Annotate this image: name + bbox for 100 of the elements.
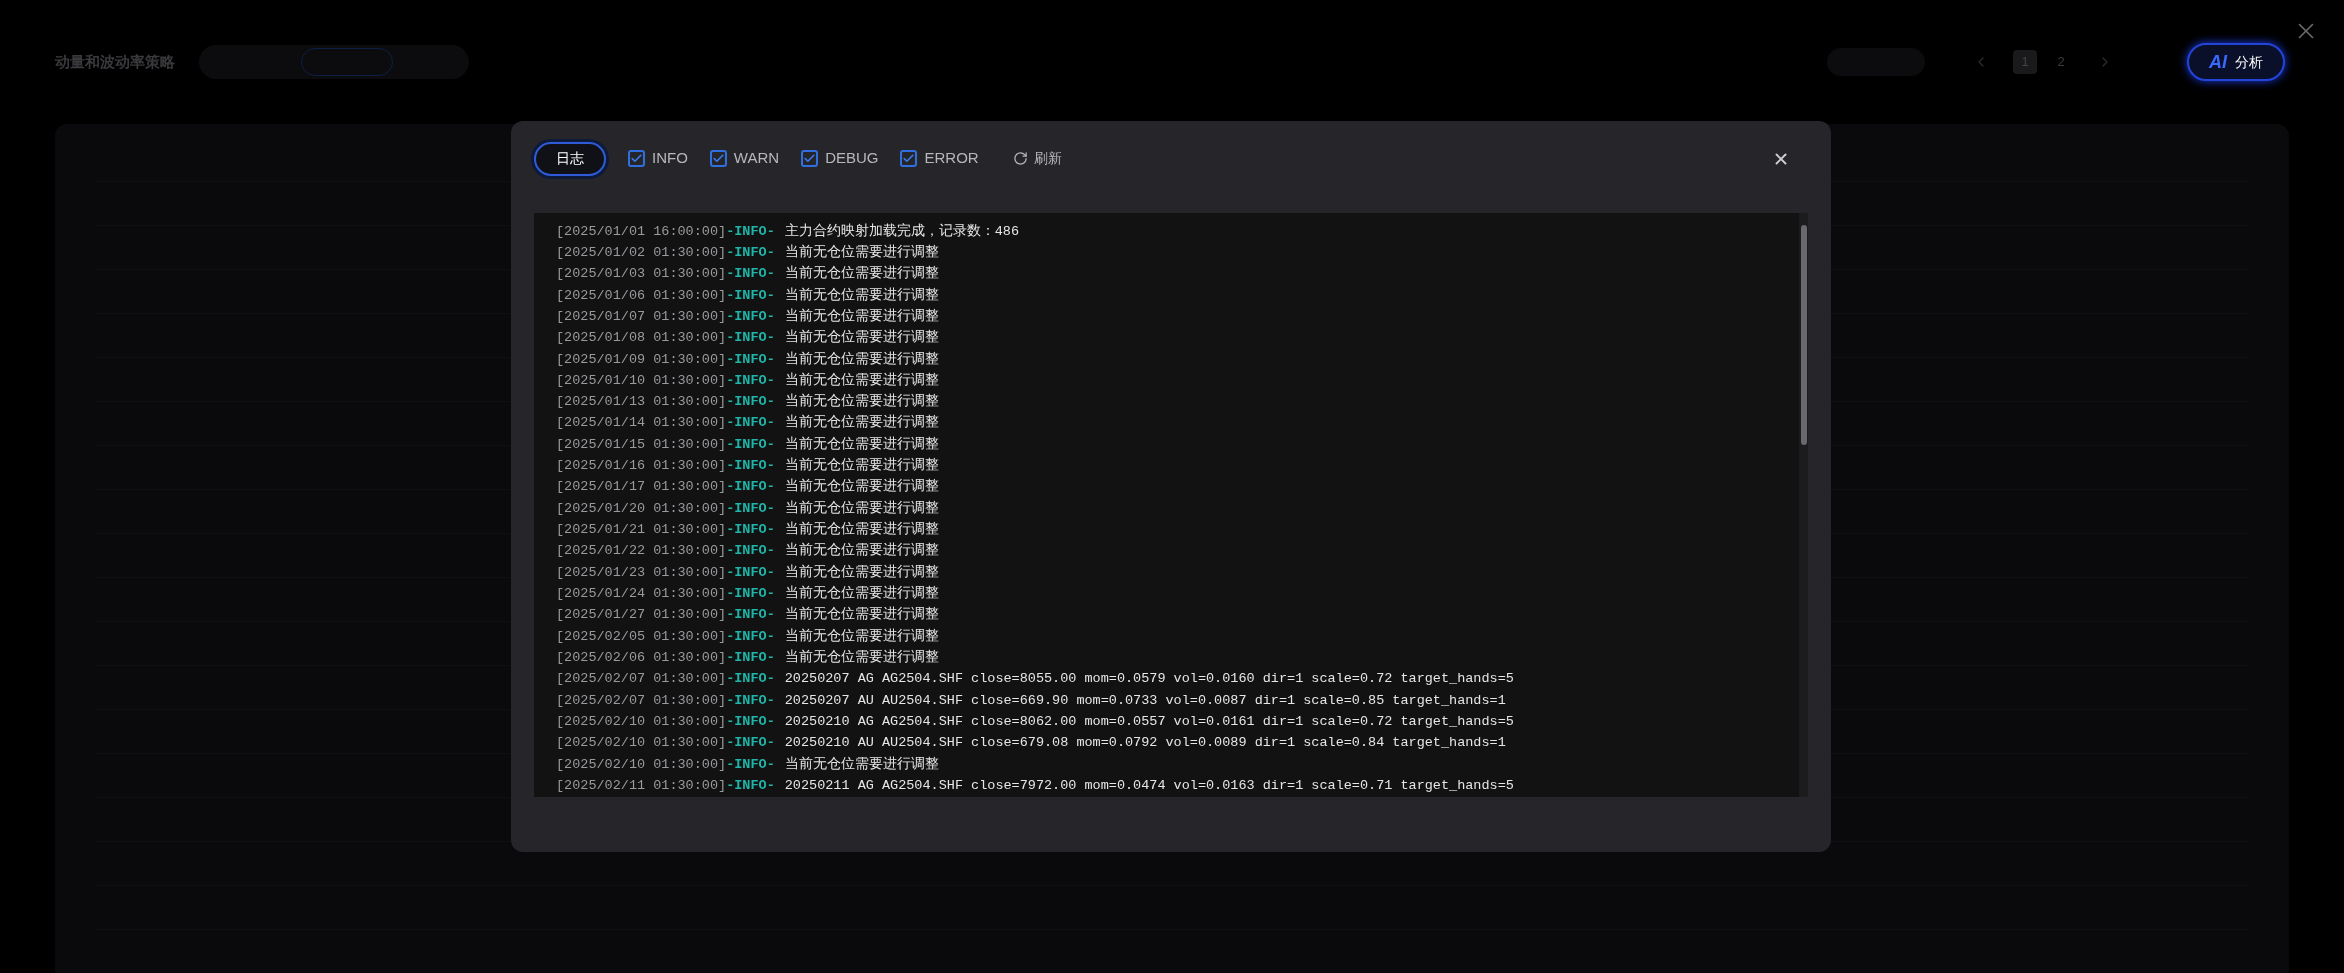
log-level: -INFO- (726, 307, 775, 326)
log-timestamp: [2025/01/09 01:30:00] (556, 350, 727, 369)
checkmark-icon (902, 152, 916, 165)
log-message: 当前无仓位需要进行调整 (784, 755, 939, 774)
ai-logo: AI (2209, 50, 2227, 74)
log-message: 当前无仓位需要进行调整 (784, 627, 939, 646)
log-level: -INFO- (726, 563, 775, 582)
log-level: -INFO- (726, 521, 775, 540)
log-timestamp: [2025/01/27 01:30:00] (556, 606, 727, 625)
log-level: -INFO- (726, 585, 775, 604)
log-level: -INFO- (726, 435, 775, 454)
log-message: 当前无仓位需要进行调整 (784, 541, 939, 561)
log-timestamp: [2025/01/08 01:30:00] (556, 329, 727, 348)
log-message: 20250210 AG AG2504.SHF close=8062.00 mom=0.0557 vol=0.0161 dir=1 scale=0.72 target_hands=5 (784, 713, 1514, 732)
log-timestamp: [2025/02/10 01:30:00] (556, 755, 727, 774)
scrollbar[interactable] (1799, 213, 1808, 797)
filter-label: ERROR (924, 148, 979, 169)
log-message: 当前无仓位需要进行调整 (784, 413, 939, 433)
log-message: 当前无仓位需要进行调整 (784, 499, 939, 518)
log-timestamp: [2025/02/07 01:30:00] (556, 691, 727, 710)
log-timestamp: [2025/02/07 01:30:00] (556, 670, 727, 689)
log-timestamp: [2025/01/16 01:30:00] (556, 457, 727, 476)
log-timestamp: [2025/01/13 01:30:00] (556, 393, 727, 412)
filter-checkbox[interactable] (628, 150, 645, 167)
log-message: 当前无仓位需要进行调整 (784, 392, 939, 412)
filter-checkbox[interactable] (709, 150, 727, 167)
refresh-icon (1012, 151, 1028, 166)
log-message: 当前无仓位需要进行调整 (784, 328, 939, 348)
refresh-button[interactable]: 刷新 (1012, 148, 1062, 169)
log-level: -INFO- (726, 713, 775, 732)
log-message: 当前无仓位需要进行调整 (784, 350, 939, 369)
log-timestamp: [2025/02/10 01:30:00] (556, 713, 727, 732)
log-timestamp: [2025/02/11 01:30:00] (556, 777, 727, 796)
log-message: 当前无仓位需要进行调整 (784, 307, 939, 326)
log-level: -INFO- (726, 649, 775, 668)
log-message: 当前无仓位需要进行调整 (784, 371, 939, 390)
log-timestamp: [2025/01/17 01:30:00] (556, 478, 727, 497)
filter-label: WARN (733, 148, 780, 169)
checkmark-icon (711, 152, 725, 165)
log-message: 当前无仓位需要进行调整 (784, 435, 939, 454)
log-message: 当前无仓位需要进行调整 (784, 520, 939, 540)
log-timestamp: [2025/01/22 01:30:00] (556, 542, 727, 561)
log-message: 20250207 AU AU2504.SHF close=669.90 mom=0.0733 vol=0.0087 dir=1 scale=0.85 target_hands=1 (784, 691, 1506, 710)
log-level: -INFO- (726, 542, 775, 561)
log-timestamp: [2025/01/24 01:30:00] (556, 585, 727, 604)
page-title: 动量和波动率策略 (55, 51, 175, 72)
log-level: -INFO- (726, 286, 775, 305)
log-level: -INFO- (726, 350, 775, 369)
checkmark-icon (630, 152, 643, 165)
log-timestamp: [2025/01/14 01:30:00] (556, 414, 727, 433)
log-level: -INFO- (726, 243, 775, 262)
log-message: 当前无仓位需要进行调整 (784, 243, 939, 262)
log-level: -INFO- (726, 499, 775, 518)
log-timestamp: [2025/01/21 01:30:00] (556, 521, 727, 540)
log-message: 当前无仓位需要进行调整 (784, 456, 939, 476)
ai-analysis-button[interactable]: AI 分析 (2187, 43, 2285, 81)
log-timestamp: [2025/02/05 01:30:00] (556, 627, 727, 646)
filter-label: INFO (652, 148, 688, 169)
log-message: 20250207 AG AG2504.SHF close=8055.00 mom=0.0579 vol=0.0160 dir=1 scale=0.72 target_hands=5 (784, 670, 1514, 689)
log-timestamp: [2025/02/10 01:30:00] (556, 734, 727, 753)
log-level: -INFO- (726, 414, 775, 433)
log-timestamp: [2025/01/01 16:00:00] (556, 222, 727, 241)
log-level: -INFO- (726, 329, 775, 348)
log-timestamp: [2025/01/06 01:30:00] (556, 286, 727, 305)
log-timestamp: [2025/01/07 01:30:00] (556, 307, 727, 326)
log-level: -INFO- (726, 222, 775, 241)
log-timestamp: [2025/01/03 01:30:00] (556, 265, 727, 284)
log-message: 当前无仓位需要进行调整 (784, 477, 939, 497)
log-message: 当前无仓位需要进行调整 (784, 264, 939, 284)
log-level: -INFO- (726, 393, 775, 412)
log-level: -INFO- (726, 457, 775, 476)
log-level: -INFO- (726, 478, 775, 497)
log-message: 当前无仓位需要进行调整 (784, 286, 939, 305)
log-timestamp: [2025/02/06 01:30:00] (556, 649, 727, 668)
log-level: -INFO- (726, 265, 775, 284)
filter-checkbox[interactable] (801, 150, 819, 167)
log-level: -INFO- (726, 627, 775, 646)
log-level: -INFO- (726, 755, 775, 774)
checkmark-icon (803, 152, 817, 165)
log-level: -INFO- (726, 670, 775, 689)
log-level: -INFO- (726, 371, 775, 390)
filter-checkbox[interactable] (900, 150, 918, 167)
log-level: -INFO- (726, 606, 775, 625)
log-message: 20250211 AG AG2504.SHF close=7972.00 mom=0.0474 vol=0.0163 dir=1 scale=0.71 target_hands=5 (784, 777, 1514, 796)
log-message: 当前无仓位需要进行调整 (784, 648, 939, 668)
filter-label: DEBUG (825, 148, 879, 169)
log-timestamp: [2025/01/15 01:30:00] (556, 435, 727, 454)
log-level: -INFO- (726, 734, 775, 753)
log-message: 当前无仓位需要进行调整 (784, 584, 939, 604)
log-message: 主力合约映射加载完成，记录数：486 (784, 222, 1020, 241)
log-tab[interactable]: 日志 (534, 141, 606, 176)
log-timestamp: [2025/01/23 01:30:00] (556, 563, 727, 582)
log-message: 当前无仓位需要进行调整 (784, 605, 939, 625)
log-timestamp: [2025/01/20 01:30:00] (556, 499, 727, 518)
log-message: 当前无仓位需要进行调整 (784, 563, 939, 582)
log-level: -INFO- (726, 691, 775, 710)
log-level: -INFO- (726, 777, 775, 796)
log-timestamp: [2025/01/10 01:30:00] (556, 371, 727, 390)
log-message: 20250210 AU AU2504.SHF close=679.08 mom=0.0792 vol=0.0089 dir=1 scale=0.84 target_hands=1 (784, 734, 1506, 753)
log-timestamp: [2025/01/02 01:30:00] (556, 243, 727, 262)
